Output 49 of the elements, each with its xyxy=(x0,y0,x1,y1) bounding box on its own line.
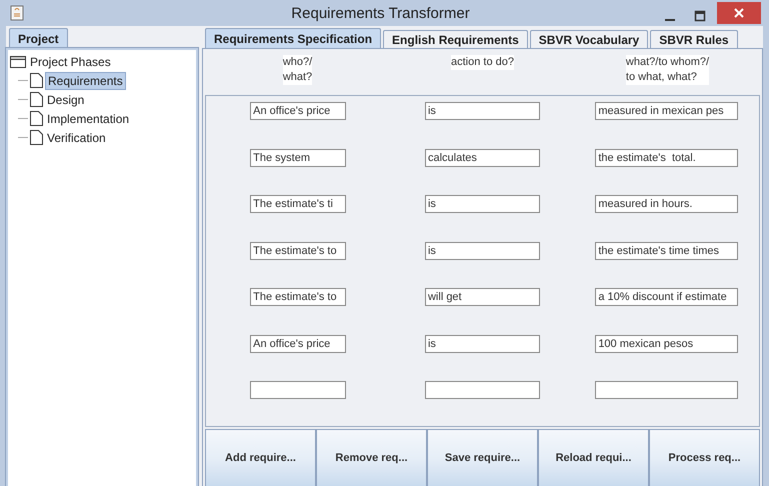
text-field[interactable]: the estimate's total. xyxy=(595,148,738,166)
action-button[interactable]: Remove req... xyxy=(316,428,427,486)
tree-item[interactable]: Design xyxy=(45,92,86,108)
action-button[interactable]: Reload requi... xyxy=(538,428,649,486)
text-field[interactable]: is xyxy=(424,334,540,352)
tab[interactable]: SBVR Vocabulary xyxy=(530,30,648,48)
tab[interactable]: Project xyxy=(9,28,68,48)
action-button[interactable]: Save require... xyxy=(427,428,538,486)
text-field[interactable] xyxy=(595,381,738,399)
text-field[interactable]: is xyxy=(424,102,540,120)
text-field[interactable]: The system xyxy=(250,148,346,166)
window-title: Requirements Transformer xyxy=(290,4,471,22)
tree-item[interactable]: Requirements xyxy=(45,72,126,90)
text-field[interactable]: is xyxy=(424,195,540,213)
text-field[interactable]: An office's price xyxy=(250,102,346,120)
column-header: what?/to whom?/ to what, what? xyxy=(626,55,710,85)
tab[interactable]: SBVR Rules xyxy=(650,30,738,48)
text-field[interactable]: The estimate's to xyxy=(250,288,346,306)
text-field[interactable]: An office's price xyxy=(250,334,346,352)
document-icon xyxy=(30,73,43,88)
text-field[interactable] xyxy=(424,381,540,399)
text-field[interactable]: calculates xyxy=(424,148,540,166)
text-field[interactable]: The estimate's ti xyxy=(250,195,346,213)
app-icon xyxy=(10,5,24,21)
document-icon xyxy=(30,130,43,145)
tree-item[interactable]: Verification xyxy=(45,130,108,146)
text-field[interactable]: measured in hours. xyxy=(595,195,738,213)
close-button[interactable] xyxy=(717,2,761,24)
text-field[interactable]: will get xyxy=(424,288,540,306)
minimize-icon xyxy=(665,19,675,21)
text-field[interactable]: The estimate's to xyxy=(250,242,346,260)
text-field[interactable]: 100 mexican pesos xyxy=(595,334,738,352)
column-header: who?/ what? xyxy=(282,55,312,85)
tree-item[interactable]: Project Phases xyxy=(28,54,113,70)
maximize-icon xyxy=(694,10,706,22)
tree-item[interactable]: Implementation xyxy=(45,110,132,126)
text-field[interactable]: the estimate's time times xyxy=(595,242,738,260)
column-header: action to do? xyxy=(451,55,514,70)
document-icon xyxy=(30,92,43,107)
document-icon xyxy=(30,111,43,126)
tab[interactable]: Requirements Specification xyxy=(205,28,382,48)
text-field[interactable] xyxy=(250,381,346,399)
action-button[interactable]: Process req... xyxy=(649,428,760,486)
text-field[interactable]: is xyxy=(424,242,540,260)
text-field[interactable]: a 10% discount if estimate xyxy=(595,288,738,306)
tab[interactable]: English Requirements xyxy=(383,30,528,48)
action-button[interactable]: Add require... xyxy=(205,428,316,486)
text-field[interactable]: measured in mexican pes xyxy=(595,102,738,120)
close-icon xyxy=(733,7,745,19)
